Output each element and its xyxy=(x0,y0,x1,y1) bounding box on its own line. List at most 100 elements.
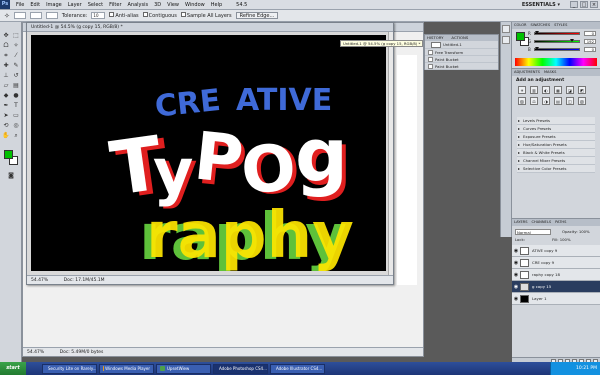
menu-edit[interactable]: Edit xyxy=(27,2,43,8)
photo-filter-icon[interactable]: ◑ xyxy=(542,97,550,105)
selection-mode-subtract[interactable] xyxy=(45,12,58,19)
marquee-tool-icon[interactable]: ⬚ xyxy=(12,32,20,40)
color-spectrum[interactable] xyxy=(515,58,597,66)
sample-all-option[interactable]: Sample All Layers xyxy=(180,12,232,19)
menu-file[interactable]: File xyxy=(13,2,27,8)
eye-icon[interactable]: ◉ xyxy=(512,284,520,290)
eye-icon[interactable]: ◉ xyxy=(512,296,520,302)
menu-view[interactable]: View xyxy=(164,2,182,8)
preset-levels[interactable]: Levels Presets xyxy=(517,117,595,125)
preset-curves[interactable]: Curves Presets xyxy=(517,125,595,133)
foreground-color-swatch[interactable] xyxy=(4,150,13,159)
black-white-icon[interactable]: ⚖ xyxy=(530,97,538,105)
tab-actions[interactable]: ACTIONS xyxy=(451,35,468,41)
stamp-tool-icon[interactable]: ⊥ xyxy=(2,72,10,80)
red-slider-handle[interactable] xyxy=(535,31,539,34)
menu-select[interactable]: Select xyxy=(85,2,106,8)
start-button[interactable]: start xyxy=(0,362,26,375)
taskbar-item[interactable]: Windows Media Player xyxy=(99,363,154,374)
tolerance-input[interactable]: 10 xyxy=(91,12,106,19)
red-slider[interactable] xyxy=(534,31,580,35)
levels-icon[interactable]: ▥ xyxy=(530,86,538,94)
type-tool-icon[interactable]: T xyxy=(12,102,20,110)
contiguous-option[interactable]: Contiguous xyxy=(142,12,177,19)
tab-masks[interactable]: MASKS xyxy=(544,69,556,76)
lasso-tool-icon[interactable]: ᗝ xyxy=(2,42,10,50)
fill-field[interactable]: Fill: 100% xyxy=(552,237,570,242)
magic-wand-icon[interactable]: ✧ xyxy=(4,12,10,20)
menu-3d[interactable]: 3D xyxy=(151,2,164,8)
close-button[interactable]: × xyxy=(590,1,598,8)
tab-channels[interactable]: CHANNELS xyxy=(532,219,552,226)
blue-slider[interactable] xyxy=(534,47,580,51)
green-slider-handle[interactable] xyxy=(570,39,574,42)
preset-selective-color[interactable]: Selective Color Presets xyxy=(517,165,595,173)
history-snapshot[interactable]: Untitled-1 xyxy=(425,41,498,49)
red-value-input[interactable]: 0 xyxy=(584,31,596,36)
tab-styles[interactable]: STYLES xyxy=(554,22,567,29)
zoom-readout-background[interactable]: 54.47% xyxy=(27,350,44,355)
history-panel-icon[interactable] xyxy=(502,25,510,33)
layer-row[interactable]: ◉ Layer 1 xyxy=(512,293,600,305)
tab-color[interactable]: COLOR xyxy=(514,22,527,29)
layer-row[interactable]: ◉ raphy copy 18 xyxy=(512,269,600,281)
move-tool-icon[interactable]: ✥ xyxy=(2,32,10,40)
workspace-switcher[interactable]: ESSENTIALS ▾ xyxy=(522,2,560,8)
blur-tool-icon[interactable]: ◆ xyxy=(2,92,10,100)
3d-rotate-icon[interactable]: ⟲ xyxy=(2,122,10,130)
anti-alias-option[interactable]: Anti-alias xyxy=(109,12,139,19)
blue-slider-handle[interactable] xyxy=(535,47,539,50)
history-item[interactable]: Free Transform xyxy=(425,49,498,56)
taskbar-item[interactable]: Adobe Illustrator CS4... xyxy=(270,363,325,374)
tab-layers[interactable]: LAYERS xyxy=(514,219,528,226)
pen-tool-icon[interactable]: ✒ xyxy=(2,102,10,110)
green-value-input[interactable]: 192 xyxy=(584,39,596,44)
menu-window[interactable]: Window xyxy=(182,2,208,8)
actions-panel-icon[interactable] xyxy=(502,36,510,44)
healing-tool-icon[interactable]: ✚ xyxy=(2,62,10,70)
history-item[interactable]: Paint Bucket xyxy=(425,56,498,63)
opacity-field[interactable]: Opacity: 100% xyxy=(562,229,590,234)
green-slider[interactable] xyxy=(534,39,580,43)
taskbar-item[interactable]: UpsetWiew xyxy=(156,363,211,374)
selection-mode-new[interactable] xyxy=(13,12,26,19)
eyedropper-tool-icon[interactable]: ⁄ xyxy=(12,52,20,60)
menu-filter[interactable]: Filter xyxy=(106,2,124,8)
color-balance-icon[interactable]: ▨ xyxy=(518,97,526,105)
tab-adjustments[interactable]: ADJUSTMENTS xyxy=(514,69,540,76)
dodge-tool-icon[interactable]: ● xyxy=(12,92,20,100)
layer-row-selected[interactable]: ◉ g copy 15 xyxy=(512,281,600,293)
tab-swatches[interactable]: SWATCHES xyxy=(531,22,551,29)
brightness-icon[interactable]: ☀ xyxy=(518,86,526,94)
vibrance-icon[interactable]: ◪ xyxy=(566,86,574,94)
channel-mixer-icon[interactable]: ▤ xyxy=(554,97,562,105)
magic-wand-tool-icon[interactable]: ✧ xyxy=(12,42,20,50)
blend-mode-select[interactable]: Normal xyxy=(515,229,551,235)
tab-history[interactable]: HISTORY xyxy=(427,35,443,41)
menu-layer[interactable]: Layer xyxy=(65,2,85,8)
posterize-icon[interactable]: ▧ xyxy=(578,97,586,105)
canvas[interactable]: CRE ATIVE T T y y P P O O g g raphy raph… xyxy=(31,35,386,271)
hue-saturation-icon[interactable]: ◩ xyxy=(578,86,586,94)
taskbar-item-active[interactable]: Adobe Photoshop CS4... xyxy=(213,363,268,374)
shape-tool-icon[interactable]: ▭ xyxy=(12,112,20,120)
3d-orbit-icon[interactable]: ◎ xyxy=(12,122,20,130)
crop-tool-icon[interactable]: ⌗ xyxy=(2,52,10,60)
refine-edge-button[interactable]: Refine Edge... xyxy=(235,12,279,19)
color-foreground-swatch[interactable] xyxy=(516,32,525,41)
eraser-tool-icon[interactable]: ▱ xyxy=(2,82,10,90)
minimize-button[interactable]: _ xyxy=(570,1,578,8)
taskbar-item[interactable]: Security Lite on Rarely... xyxy=(42,363,97,374)
hand-tool-icon[interactable]: ✋ xyxy=(2,132,10,140)
preset-channel-mixer[interactable]: Channel Mixer Presets xyxy=(517,157,595,165)
exposure-icon[interactable]: ▦ xyxy=(554,86,562,94)
preset-exposure[interactable]: Exposure Presets xyxy=(517,133,595,141)
zoom-readout[interactable]: 54.47% xyxy=(31,278,48,283)
history-brush-icon[interactable]: ↺ xyxy=(12,72,20,80)
blue-value-input[interactable]: 0 xyxy=(584,47,596,52)
clock[interactable]: 10:21 PM xyxy=(576,366,597,371)
curves-icon[interactable]: ◐ xyxy=(542,86,550,94)
selection-mode-add[interactable] xyxy=(29,12,42,19)
vertical-scrollbar[interactable] xyxy=(388,32,393,277)
menu-analysis[interactable]: Analysis xyxy=(125,2,152,8)
